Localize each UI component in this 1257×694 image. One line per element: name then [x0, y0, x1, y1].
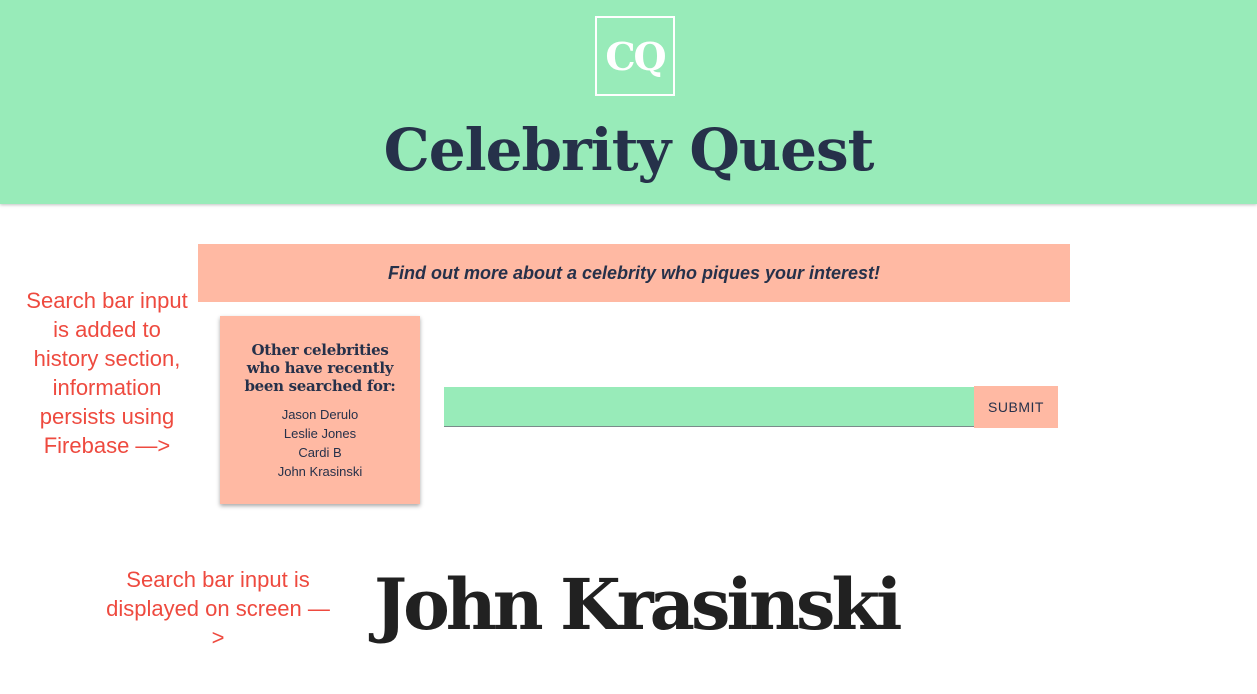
history-item[interactable]: Cardi B	[220, 443, 420, 462]
history-item[interactable]: Leslie Jones	[220, 424, 420, 443]
site-title: Celebrity Quest	[383, 116, 875, 184]
history-list: Jason Derulo Leslie Jones Cardi B John K…	[220, 405, 420, 481]
annotation-history-note: Search bar input is added to history sec…	[26, 288, 188, 458]
tagline-banner: Find out more about a celebrity who piqu…	[198, 244, 1070, 302]
annotation-display-note: Search bar input is displayed on screen …	[106, 567, 330, 650]
history-item[interactable]: Jason Derulo	[220, 405, 420, 424]
search-history-card: Other celebrities who have recently been…	[220, 316, 420, 504]
site-header: CQ Celebrity Quest	[0, 0, 1257, 204]
search-input[interactable]	[444, 387, 974, 427]
submit-button[interactable]: SUBMIT	[974, 386, 1058, 428]
cq-logo[interactable]: CQ	[595, 16, 675, 96]
history-item[interactable]: John Krasinski	[220, 462, 420, 481]
history-heading: Other celebrities who have recently been…	[244, 341, 396, 395]
result-celebrity-name: John Krasinski	[374, 563, 902, 646]
